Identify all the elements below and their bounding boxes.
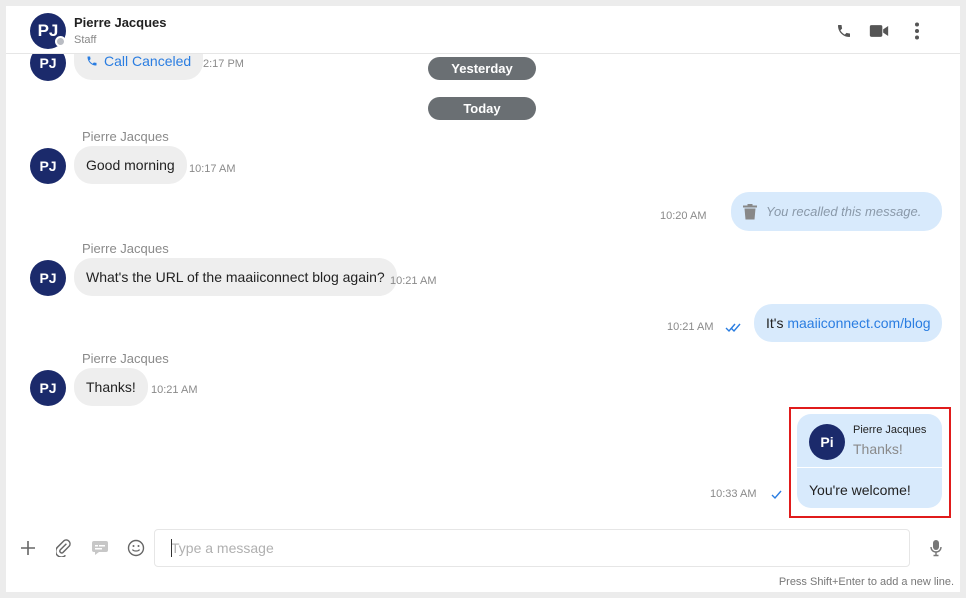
date-separator-today: Today: [428, 97, 536, 120]
reply-text: You're welcome!: [809, 482, 911, 498]
message-composer: [6, 524, 960, 576]
contact-name[interactable]: Pierre Jacques: [74, 15, 167, 30]
message-timestamp: 10:21 AM: [151, 384, 198, 396]
reply-message-bubble[interactable]: Pi Pierre Jacques Thanks! You're welcome…: [797, 414, 942, 508]
recalled-message-text: You recalled this message.: [766, 204, 922, 219]
message-sender-name: Pierre Jacques: [82, 241, 169, 256]
presence-status-dot: [55, 36, 66, 47]
attachment-icon[interactable]: [53, 537, 75, 559]
microphone-icon[interactable]: [925, 537, 947, 559]
sent-check-icon: [771, 487, 783, 505]
emoji-icon[interactable]: [125, 537, 147, 559]
message-text: It's: [766, 315, 788, 331]
date-separator-yesterday: Yesterday: [428, 57, 536, 80]
message-timestamp: 10:21 AM: [390, 275, 437, 287]
message-timestamp: 10:20 AM: [660, 210, 707, 222]
message-timestamp: 10:33 AM: [710, 488, 757, 500]
plus-icon[interactable]: [17, 537, 39, 559]
quoted-sender-name: Pierre Jacques: [853, 424, 927, 436]
incoming-message-bubble[interactable]: Good morning: [74, 146, 187, 184]
contact-role: Staff: [74, 34, 97, 46]
message-timestamp: 10:21 AM: [667, 321, 714, 333]
message-link[interactable]: maaiiconnect.com/blog: [787, 315, 930, 331]
quoted-avatar: Pi: [809, 424, 845, 460]
recalled-message-bubble[interactable]: You recalled this message.: [731, 192, 942, 231]
video-icon[interactable]: [868, 20, 890, 42]
canned-response-icon[interactable]: [89, 537, 111, 559]
chat-header: PJ Pierre Jacques Staff: [6, 6, 960, 54]
message-avatar[interactable]: PJ: [30, 148, 66, 184]
message-timestamp: 2:17 PM: [203, 58, 244, 70]
message-timestamp: 10:17 AM: [189, 163, 236, 175]
message-sender-name: Pierre Jacques: [82, 129, 169, 144]
trash-icon: [743, 203, 757, 220]
message-sender-name: Pierre Jacques: [82, 351, 169, 366]
message-input[interactable]: [154, 529, 910, 567]
outgoing-message-bubble[interactable]: It's maaiiconnect.com/blog: [754, 304, 942, 342]
message-avatar[interactable]: PJ: [30, 260, 66, 296]
phone-icon[interactable]: [833, 20, 855, 42]
quoted-text: Thanks!: [853, 441, 903, 457]
message-avatar[interactable]: PJ: [30, 370, 66, 406]
quoted-message[interactable]: Pi Pierre Jacques Thanks!: [797, 414, 942, 468]
incoming-message-bubble[interactable]: What's the URL of the maaiiconnect blog …: [74, 258, 397, 296]
phone-missed-icon: [86, 55, 98, 67]
incoming-message-bubble[interactable]: Thanks!: [74, 368, 148, 406]
chat-panel: PJ Pierre Jacques Staff PJ Call Canceled…: [6, 6, 960, 592]
more-vertical-icon[interactable]: [906, 20, 928, 42]
call-status-text: Call Canceled: [104, 53, 192, 69]
read-receipt-double-check-icon: [725, 320, 742, 338]
text-cursor: [171, 539, 172, 557]
composer-hint: Press Shift+Enter to add a new line.: [778, 576, 954, 588]
